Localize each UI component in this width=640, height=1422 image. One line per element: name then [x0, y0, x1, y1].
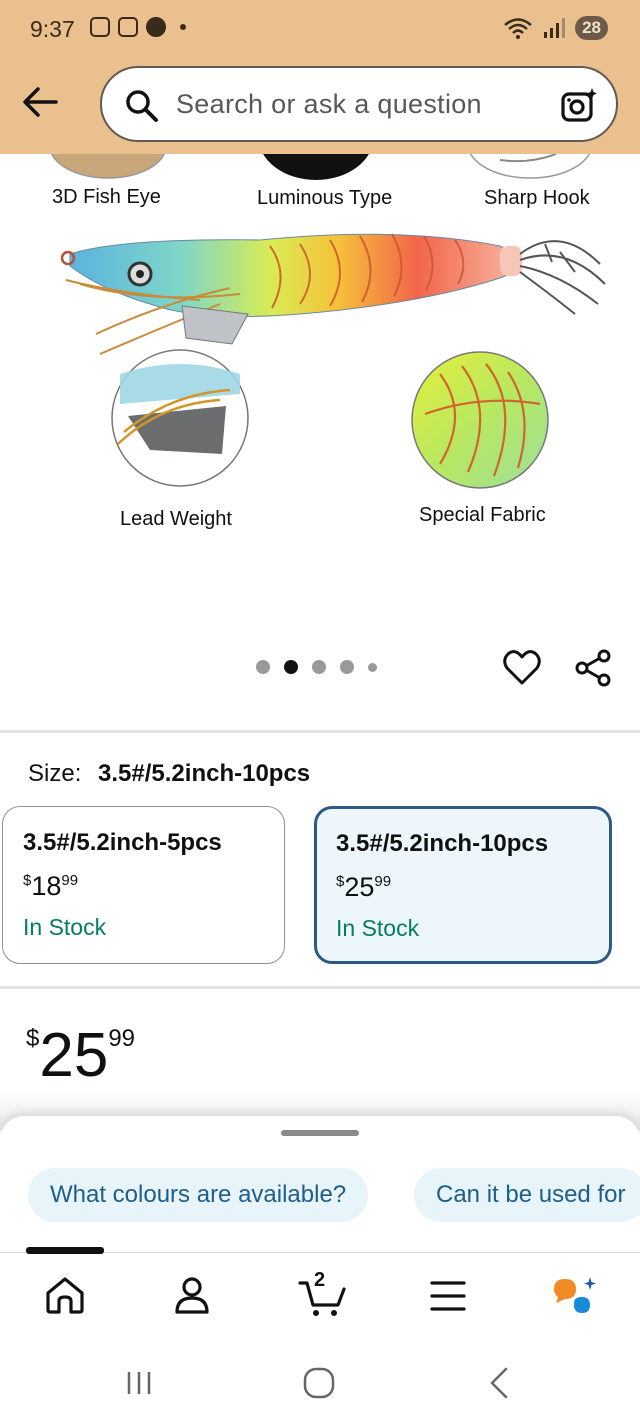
status-right: 28	[503, 16, 608, 40]
carousel-dot-active[interactable]	[284, 660, 298, 674]
menu-icon[interactable]	[430, 1279, 466, 1313]
account-icon[interactable]	[172, 1275, 212, 1315]
carousel-dot[interactable]	[256, 660, 270, 674]
feature-label-sharp-hook: Sharp Hook	[484, 187, 590, 209]
search-icon	[126, 90, 158, 122]
feature-label-special-fabric: Special Fabric	[419, 504, 546, 526]
carousel-dot[interactable]	[340, 660, 354, 674]
status-notification-icons	[90, 17, 186, 37]
system-navigation-bar	[0, 1344, 640, 1422]
system-back-icon[interactable]	[486, 1366, 512, 1400]
share-icon[interactable]	[574, 648, 614, 688]
feature-label-lead-weight: Lead Weight	[120, 508, 232, 530]
signal-icon	[544, 18, 566, 38]
section-divider	[0, 730, 640, 733]
home-button-icon[interactable]	[302, 1366, 336, 1400]
back-arrow-icon[interactable]	[20, 82, 60, 122]
screenshot-icon	[90, 17, 110, 37]
top-app-bar: 9:37 28 Search or ask a question	[0, 0, 640, 154]
size-option-stock: In Stock	[23, 914, 107, 940]
product-image[interactable]: 3D Fish Eye Luminous Type Sharp Hook Lea…	[0, 154, 640, 730]
drag-handle[interactable]	[281, 1130, 359, 1136]
pdf-icon	[118, 17, 138, 37]
size-selector-header: Size: 3.5#/5.2inch-10pcs	[28, 760, 310, 788]
ask-rufus-bottom-sheet[interactable]: What colours are available? Can it be us…	[0, 1116, 640, 1252]
feature-label-fish-eye: 3D Fish Eye	[52, 186, 161, 208]
squid-jig-lure-image	[51, 154, 606, 489]
bottom-navigation: 2	[0, 1247, 640, 1344]
size-option-10pcs-selected[interactable]: 3.5#/5.2inch-10pcs $2599 In Stock	[314, 806, 612, 964]
more-notifications-icon	[180, 24, 186, 30]
size-label: Size:	[28, 760, 82, 787]
size-selected-value: 3.5#/5.2inch-10pcs	[98, 760, 311, 787]
size-option-name: 3.5#/5.2inch-5pcs	[23, 829, 222, 856]
status-time: 9:37	[30, 16, 75, 42]
feature-label-luminous: Luminous Type	[257, 187, 393, 209]
suggestion-chip-colours[interactable]: What colours are available?	[28, 1168, 369, 1222]
battery-indicator: 28	[575, 16, 608, 40]
size-option-5pcs[interactable]: 3.5#/5.2inch-5pcs $1899 In Stock	[2, 806, 285, 964]
carousel-dot[interactable]	[312, 660, 326, 674]
cart-button[interactable]: 2	[298, 1269, 348, 1319]
wifi-icon	[504, 18, 532, 39]
rufus-ai-icon[interactable]	[550, 1275, 600, 1319]
search-input[interactable]: Search or ask a question	[100, 66, 618, 142]
nav-active-indicator	[26, 1247, 104, 1254]
size-option-price: $2599	[336, 872, 392, 902]
size-option-name: 3.5#/5.2inch-10pcs	[336, 830, 549, 857]
camera-search-icon[interactable]	[560, 86, 598, 124]
heart-icon[interactable]	[502, 648, 542, 688]
status-bar: 9:37 28	[0, 0, 640, 58]
product-price: $2599	[26, 1021, 136, 1090]
carousel-indicator[interactable]	[256, 660, 377, 674]
facebook-icon	[146, 17, 166, 37]
home-icon[interactable]	[44, 1275, 86, 1315]
section-divider	[0, 986, 640, 989]
cart-count-badge: 2	[314, 1269, 326, 1291]
size-option-stock: In Stock	[336, 915, 420, 941]
search-placeholder: Search or ask a question	[176, 89, 482, 119]
size-option-price: $1899	[23, 871, 79, 901]
recent-apps-icon[interactable]	[124, 1368, 154, 1398]
suggestion-chip-usage[interactable]: Can it be used for	[414, 1168, 640, 1222]
carousel-dot[interactable]	[368, 662, 377, 672]
